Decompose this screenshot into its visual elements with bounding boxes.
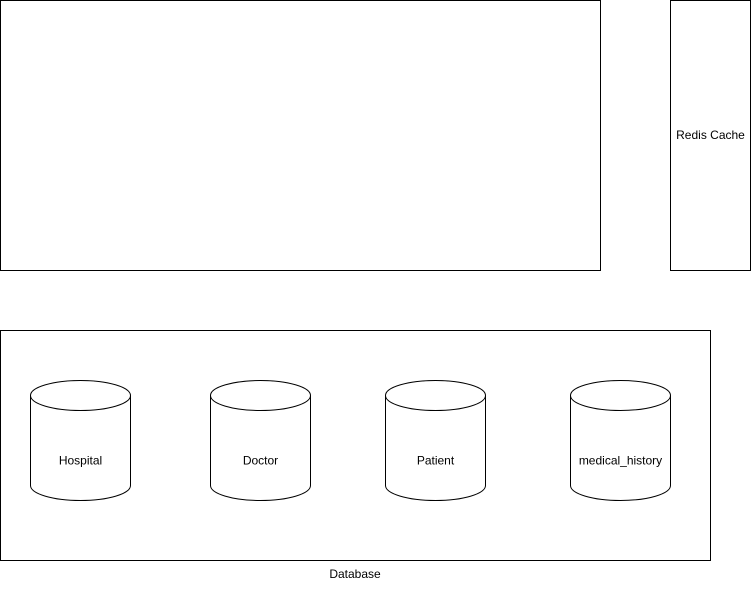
redis-cache-label: Redis Cache bbox=[676, 128, 745, 142]
database-box bbox=[0, 330, 711, 561]
redis-cache-box: Redis Cache bbox=[670, 0, 751, 271]
application-box bbox=[0, 0, 601, 271]
database-label: Database bbox=[329, 567, 381, 581]
